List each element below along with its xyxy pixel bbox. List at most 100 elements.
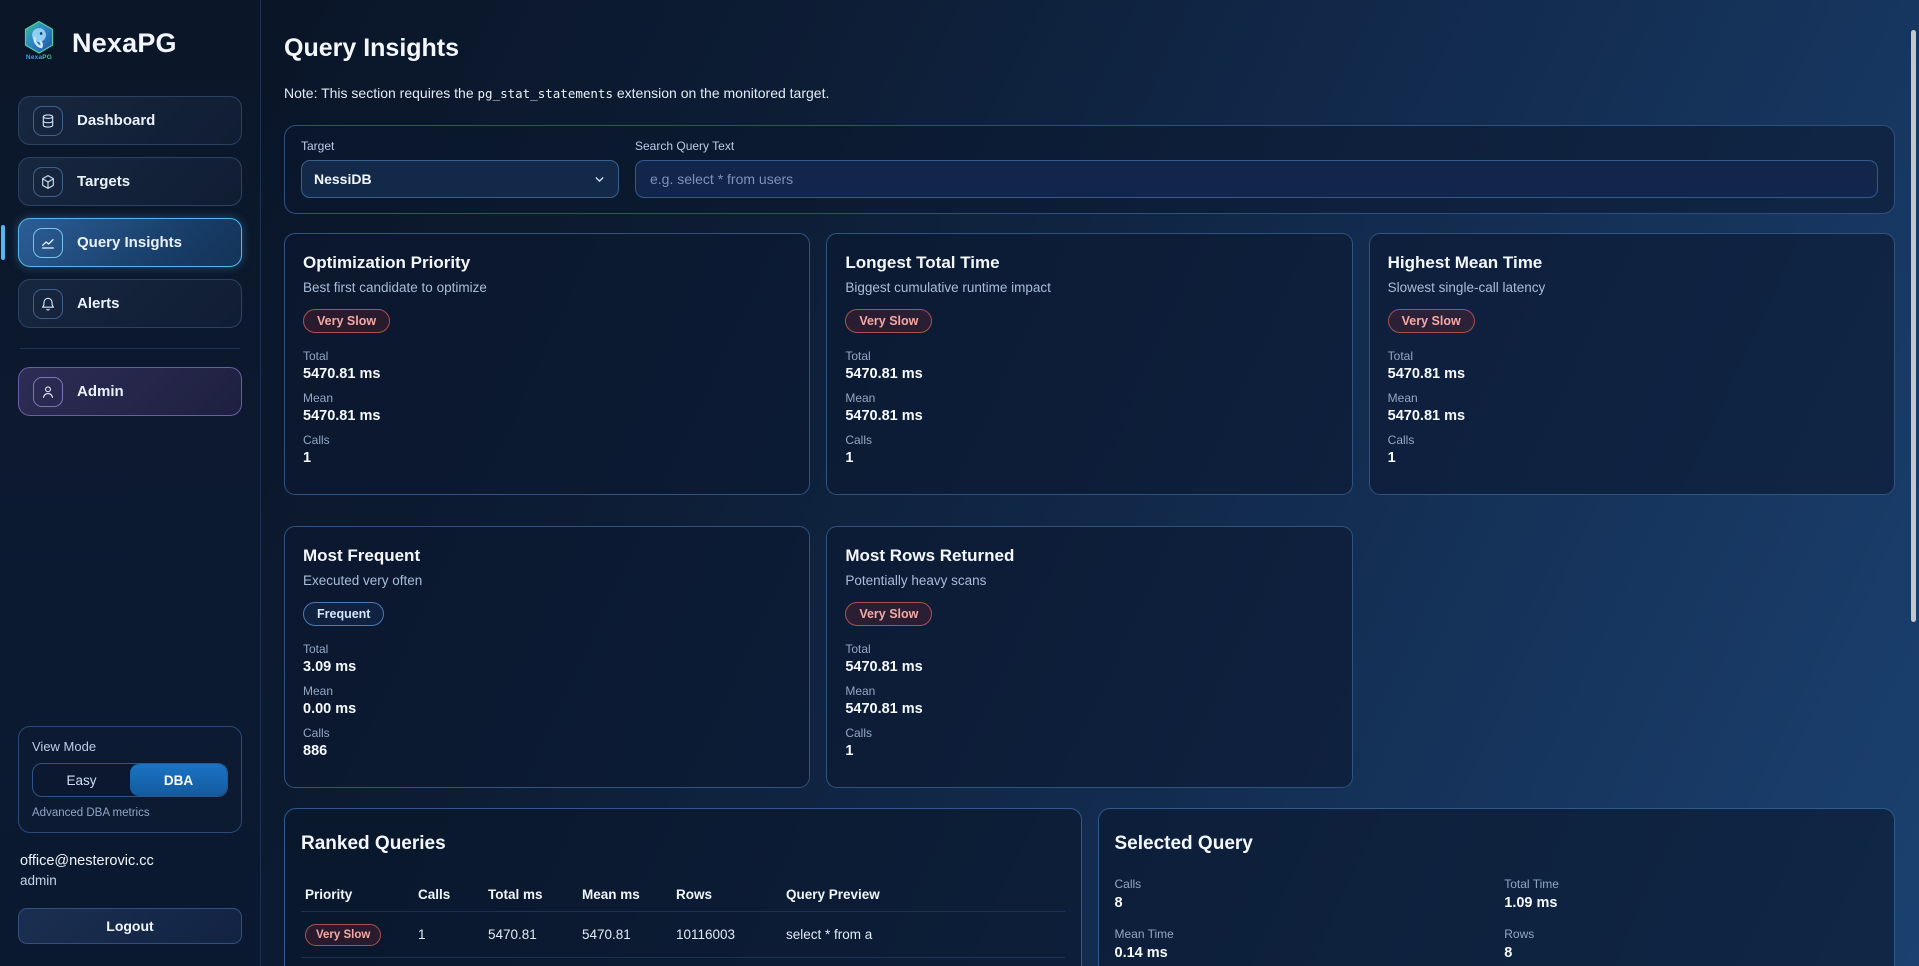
page-title: Query Insights (284, 34, 1895, 63)
sidebar-item-label: Alerts (77, 295, 120, 312)
stat-label: Mean Time (1115, 927, 1489, 941)
card-longest-total-time[interactable]: Longest Total Time Biggest cumulative ru… (826, 233, 1352, 495)
selected-query-panel: Selected Query Calls 8 Total Time 1.09 m… (1098, 808, 1896, 966)
card-subtitle: Slowest single-call latency (1388, 280, 1876, 295)
stat-value: 5470.81 ms (1388, 408, 1876, 424)
scrollbar-track (1911, 0, 1918, 966)
stat-value: 5470.81 ms (845, 659, 1333, 675)
sidebar-bottom: View Mode Easy DBA Advanced DBA metrics … (18, 726, 242, 944)
stat-label: Calls (1115, 877, 1489, 891)
stat-value: 1 (303, 450, 791, 466)
column-header-query-preview: Query Preview (786, 887, 1061, 902)
sidebar: NexaPG NexaPG Dashboard Targets (0, 0, 261, 966)
card-stats: Total 5470.81 ms Mean 5470.81 ms Calls 1 (303, 349, 791, 466)
stat-calls: Calls 8 (1115, 877, 1489, 911)
status-badge: Very Slow (845, 602, 932, 626)
status-badge: Very Slow (303, 309, 390, 333)
target-field: Target NessiDB (301, 139, 619, 198)
stat-value: 8 (1504, 945, 1878, 961)
card-stats: Total 3.09 ms Mean 0.00 ms Calls 886 (303, 642, 791, 759)
card-title: Longest Total Time (845, 253, 1333, 273)
card-stats: Total 5470.81 ms Mean 5470.81 ms Calls 1 (1388, 349, 1876, 466)
stat-label: Total (845, 349, 1333, 363)
stat-label: Calls (845, 726, 1333, 740)
stat-value: 1 (845, 450, 1333, 466)
note-suffix: extension on the monitored target. (613, 85, 829, 101)
stat-value: 1 (1388, 450, 1876, 466)
stat-label: Rows (1504, 927, 1878, 941)
target-label: Target (301, 139, 619, 153)
sidebar-item-label: Dashboard (77, 112, 155, 129)
stat-label: Total (845, 642, 1333, 656)
card-title: Most Frequent (303, 546, 791, 566)
sidebar-item-targets[interactable]: Targets (18, 157, 242, 206)
view-mode-caption: Advanced DBA metrics (32, 807, 228, 819)
target-select[interactable]: NessiDB (301, 160, 619, 198)
sidebar-divider (20, 348, 240, 349)
search-label: Search Query Text (635, 139, 1878, 153)
table-row[interactable]: Very Slow 1 5470.81 5470.81 10116003 sel… (301, 911, 1065, 957)
target-select-value: NessiDB (314, 171, 372, 187)
stat-mean-time: Mean Time 0.14 ms (1115, 927, 1489, 961)
card-stats: Total 5470.81 ms Mean 5470.81 ms Calls 1 (845, 642, 1333, 759)
card-most-frequent[interactable]: Most Frequent Executed very often Freque… (284, 526, 810, 788)
sidebar-item-dashboard[interactable]: Dashboard (18, 96, 242, 145)
view-mode-option-dba[interactable]: DBA (130, 764, 227, 796)
stat-label: Mean (845, 684, 1333, 698)
card-most-rows-returned[interactable]: Most Rows Returned Potentially heavy sca… (826, 526, 1352, 788)
stat-label: Calls (1388, 433, 1876, 447)
stat-value: 5470.81 ms (303, 408, 791, 424)
cube-icon (33, 167, 63, 197)
scrollbar[interactable] (1911, 30, 1916, 622)
ranked-queries-panel: Ranked Queries Priority Calls Total ms M… (284, 808, 1082, 966)
cell-mean-ms: 5470.81 (582, 927, 658, 942)
selected-query-title: Selected Query (1115, 833, 1879, 855)
app-name: NexaPG (72, 28, 177, 59)
cell-total-ms: 5470.81 (488, 927, 564, 942)
app-logo-row: NexaPG NexaPG (18, 20, 242, 66)
stat-label: Total (303, 349, 791, 363)
sidebar-item-label: Admin (77, 383, 124, 400)
user-email: office@nesterovic.cc (20, 853, 242, 869)
bell-icon (33, 289, 63, 319)
sidebar-item-label: Targets (77, 173, 130, 190)
card-title: Optimization Priority (303, 253, 791, 273)
card-subtitle: Biggest cumulative runtime impact (845, 280, 1333, 295)
logout-button[interactable]: Logout (18, 908, 242, 944)
sidebar-nav: Dashboard Targets Query Insights (18, 96, 242, 328)
sidebar-item-alerts[interactable]: Alerts (18, 279, 242, 328)
stat-value: 0.00 ms (303, 701, 791, 717)
view-mode-option-easy[interactable]: Easy (33, 764, 130, 796)
table-row[interactable]: Frequent 879 160.97 0.18 17580 SELECT qu… (301, 957, 1065, 966)
person-icon (33, 377, 63, 407)
stat-label: Calls (303, 433, 791, 447)
stat-label: Total Time (1504, 877, 1878, 891)
card-subtitle: Potentially heavy scans (845, 573, 1333, 588)
cell-query-preview: select * from a (786, 927, 1061, 942)
stat-value: 0.14 ms (1115, 945, 1489, 961)
stat-value: 1.09 ms (1504, 895, 1878, 911)
ranked-queries-table: Priority Calls Total ms Mean ms Rows Que… (301, 877, 1065, 966)
card-highest-mean-time[interactable]: Highest Mean Time Slowest single-call la… (1369, 233, 1895, 495)
column-header-mean-ms: Mean ms (582, 887, 658, 902)
selected-query-stats: Calls 8 Total Time 1.09 ms Mean Time 0.1… (1115, 877, 1879, 961)
sidebar-item-label: Query Insights (77, 234, 182, 251)
stat-value: 1 (845, 743, 1333, 759)
table-header-row: Priority Calls Total ms Mean ms Rows Que… (301, 877, 1065, 911)
stat-label: Mean (1388, 391, 1876, 405)
stat-label: Calls (303, 726, 791, 740)
column-header-total-ms: Total ms (488, 887, 564, 902)
sidebar-item-admin[interactable]: Admin (18, 367, 242, 416)
sidebar-item-query-insights[interactable]: Query Insights (18, 218, 242, 267)
stat-value: 5470.81 ms (845, 408, 1333, 424)
ranked-queries-title: Ranked Queries (301, 833, 1065, 855)
view-mode-toggle[interactable]: Easy DBA (32, 763, 228, 797)
cell-rows: 10116003 (676, 927, 768, 942)
search-query-input[interactable] (635, 160, 1878, 198)
note-prefix: Note: This section requires the (284, 85, 478, 101)
stat-value: 886 (303, 743, 791, 759)
database-icon (33, 106, 63, 136)
filter-bar: Target NessiDB Search Query Text (284, 125, 1895, 214)
card-optimization-priority[interactable]: Optimization Priority Best first candida… (284, 233, 810, 495)
stat-value: 5470.81 ms (1388, 366, 1876, 382)
